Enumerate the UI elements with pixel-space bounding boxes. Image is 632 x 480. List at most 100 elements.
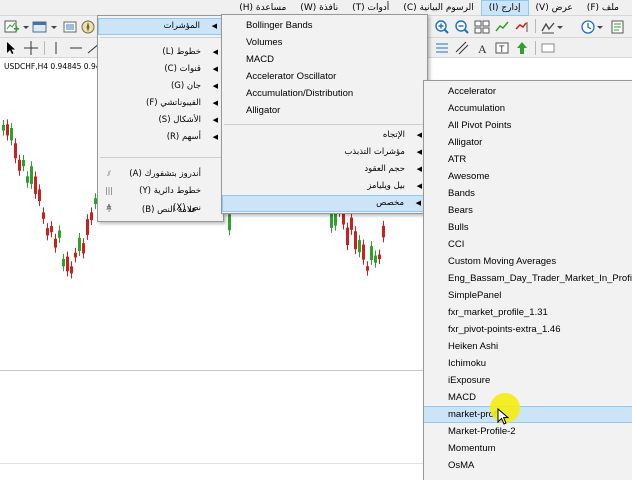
custom-item[interactable]: iExposure [424,372,632,389]
menu-insert[interactable]: إدارج (I) [480,0,529,16]
indicator-item-accumulation-distribution[interactable]: Accumulation/Distribution [222,85,427,102]
insert-menu-item-fibonacci[interactable]: ◀ الفيبوناتشي (F) [98,95,223,112]
chart-shift-button[interactable] [514,19,530,35]
custom-item[interactable]: fxr_market_profile_1.31 [424,304,632,321]
profiles-button[interactable] [32,19,48,35]
insert-menu-item-indicators[interactable]: ◀ المؤشرات [98,18,223,35]
insert-menu-item-andrews-pitchfork[interactable]: ⫽ أندروز بتشفورك (A) [98,166,223,183]
indicator-group-trend[interactable]: ◀ الإتجاه [222,127,427,144]
zoom-in-button[interactable] [434,19,450,35]
custom-item[interactable]: Bulls [424,219,632,236]
custom-item[interactable]: All Pivot Points [424,117,632,134]
custom-item[interactable]: Alligator [424,134,632,151]
indicator-group-bill-williams[interactable]: ◀ بيل ويليامز [222,178,427,195]
menu-item-label: المؤشرات [163,21,200,31]
candle [30,161,33,189]
custom-item[interactable]: MACD [424,389,632,406]
indicator-item-volumes[interactable]: Volumes [222,34,427,51]
indicator-group-volumes[interactable]: ◀ حجم العقود [222,161,427,178]
crosshair-icon [24,41,38,55]
market-watch-button[interactable] [62,19,78,35]
indicator-group-custom[interactable]: ◀ مخصص [222,195,427,212]
candle [358,235,361,258]
period-m1-button[interactable] [540,40,556,56]
dropdown-arrow-icon[interactable] [22,19,30,35]
candle [362,239,365,265]
fibonacci-icon [436,43,448,53]
menu-file[interactable]: ملف (F) [580,0,626,16]
submenu-arrow-icon: ◀ [212,65,218,73]
menu-view[interactable]: عرض (V) [529,0,580,16]
submenu-arrow-icon: ◀ [212,133,218,141]
custom-item[interactable]: Accelerator [424,83,632,100]
candle [2,119,5,136]
menu-item-label: أندروز بتشفورك (A) [129,169,201,179]
label-tool-icon: T [495,42,509,54]
custom-item[interactable]: ATR [424,151,632,168]
candle [86,214,89,240]
custom-item[interactable]: CCI [424,236,632,253]
tile-windows-button[interactable] [474,19,490,35]
custom-item[interactable]: SimplePanel [424,287,632,304]
mouse-pointer-icon [497,408,510,425]
candle [90,207,93,226]
custom-item[interactable]: Bears [424,202,632,219]
candle [350,212,353,235]
horizontal-line-button[interactable] [68,40,84,56]
zoom-out-icon [455,20,469,34]
fibo-button[interactable] [434,40,450,56]
insert-menu-item-cycle-lines[interactable]: ||| خطوط دائرية (Y) [98,183,223,200]
cursor-tool-button[interactable] [3,40,19,56]
auto-scroll-button[interactable] [494,19,510,35]
insert-menu-item-text-label[interactable]: T علامة النص (B) [98,202,219,219]
text-tool-button[interactable]: A [474,40,490,56]
candle [22,154,25,172]
indicator-group-oscillators[interactable]: ◀ مؤشرات التذبذب [222,144,427,161]
dropdown-arrow-icon[interactable] [50,19,58,35]
indicator-item-alligator[interactable]: Alligator [222,102,427,119]
indicators-list-button[interactable] [540,19,556,35]
custom-item[interactable]: Awesome [424,168,632,185]
indicator-item-accelerator-oscillator[interactable]: Accelerator Oscillator [222,68,427,85]
dropdown-arrow-icon[interactable] [596,19,604,35]
custom-item[interactable]: Ichimoku [424,355,632,372]
arrows-tool-button[interactable] [514,40,530,56]
menu-item-label: حجم العقود [364,164,405,174]
submenu-arrow-icon: ◀ [212,116,218,124]
custom-item[interactable]: Momentum [424,440,632,457]
label-tool-button[interactable]: T [494,40,510,56]
custom-item[interactable]: Market-Profile-2 [424,423,632,440]
vertical-line-button[interactable] [48,40,64,56]
periods-button[interactable] [580,19,596,35]
candle [78,232,81,256]
crosshair-tool-button[interactable] [23,40,39,56]
dropdown-arrow-icon[interactable] [556,19,564,35]
insert-menu-item-shapes[interactable]: ◀ الأشكال (S) [98,112,223,129]
new-chart-icon [4,20,19,33]
zoom-out-button[interactable] [454,19,470,35]
custom-item[interactable]: OsMA [424,457,632,474]
candle [82,238,85,259]
templates-button[interactable] [610,19,626,35]
indicator-item-macd[interactable]: MACD [222,51,427,68]
custom-item-selected[interactable]: market-profi [424,406,632,423]
arrow-up-icon [517,42,527,54]
custom-item[interactable]: fxr_pivot-points-extra_1.46 [424,321,632,338]
custom-item[interactable]: Accumulation [424,100,632,117]
horizontal-line-icon [70,47,82,49]
insert-menu-item-arrows[interactable]: ◀ أسهم (R) [98,129,223,146]
indicator-item-bollinger-bands[interactable]: Bollinger Bands [222,17,427,34]
insert-menu-item-gann[interactable]: ◀ جان (G) [98,78,223,95]
custom-item[interactable]: Custom Moving Averages [424,253,632,270]
custom-item[interactable]: Eng_Bassam_Day_Trader_Market_In_Profile [424,270,632,287]
insert-menu-item-channels[interactable]: ◀ قنوات (C) [98,61,223,78]
custom-item[interactable]: Heiken Ashi [424,338,632,355]
new-chart-button[interactable] [4,19,20,35]
candle [66,251,69,277]
insert-menu-item-lines[interactable]: ◀ خطوط (L) [98,44,223,61]
templates-icon [611,20,624,34]
custom-item[interactable]: Bands [424,185,632,202]
navigator-button[interactable] [80,19,96,35]
channel-button[interactable] [454,40,470,56]
submenu-arrow-icon: ◀ [416,165,422,173]
